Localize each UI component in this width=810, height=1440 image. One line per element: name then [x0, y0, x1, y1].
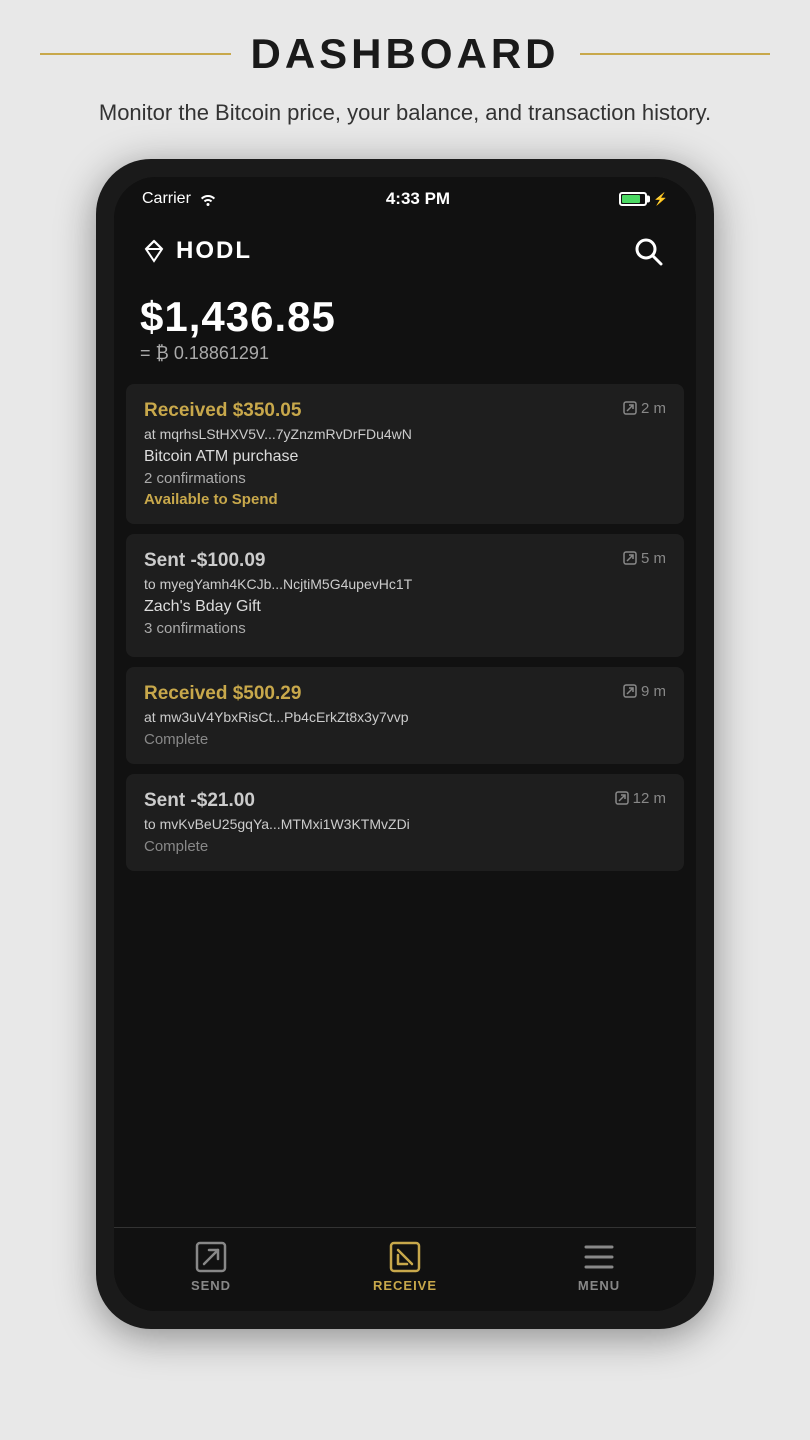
send-icon: [194, 1240, 228, 1274]
tx-label: Zach's Bday Gift: [144, 598, 666, 616]
header-line-right: [580, 53, 771, 55]
tx-amount: Sent -$21.00: [144, 790, 255, 812]
header-line-left: [40, 53, 231, 55]
btc-value: 0.18861291: [174, 343, 269, 363]
tx-address: at mqrhsLStHXV5V...7yZnzmRvDrFDu4wN: [144, 426, 666, 442]
tx-row-top: Sent -$100.09 5 m: [144, 550, 666, 572]
tx-time: 12 m: [615, 790, 666, 807]
page-subtitle: Monitor the Bitcoin price, your balance,…: [19, 88, 791, 159]
tx-amount: Received $350.05: [144, 400, 301, 422]
tx-confirmations: 2 confirmations: [144, 470, 666, 487]
app-header: HODL: [114, 215, 696, 285]
menu-icon: [582, 1240, 616, 1274]
battery-fill: [622, 195, 640, 203]
tx-time: 2 m: [623, 400, 666, 417]
balance-btc: = ₿ 0.18861291: [140, 343, 670, 364]
app-content: HODL $1,436.85 = ₿ 0.18861291: [114, 215, 696, 1311]
tx-status: Complete: [144, 731, 666, 748]
receive-label: RECEIVE: [373, 1278, 437, 1293]
phone-shell: Carrier 4:33 PM ⚡: [96, 159, 714, 1329]
search-icon: [632, 235, 664, 267]
hodl-text: HODL: [176, 237, 252, 265]
received-arrow-icon: [623, 684, 637, 698]
nav-receive[interactable]: RECEIVE: [308, 1240, 502, 1293]
transaction-list: Received $350.05 2 m at mqrhsLStHXV5V...…: [114, 384, 696, 1227]
tx-row-top: Received $500.29 9 m: [144, 683, 666, 705]
tx-address: to mvKvBeU25gqYa...MTMxi1W3KTMvZDi: [144, 816, 666, 832]
sent-arrow-icon: [615, 791, 629, 805]
tx-row-top: Sent -$21.00 12 m: [144, 790, 666, 812]
phone-inner: Carrier 4:33 PM ⚡: [114, 177, 696, 1311]
tx-status: Available to Spend: [144, 491, 666, 508]
tx-time: 9 m: [623, 683, 666, 700]
transaction-item[interactable]: Sent -$21.00 12 m to mvKvBeU25gqYa...MTM…: [126, 774, 684, 871]
tx-confirmations: 3 confirmations: [144, 620, 666, 637]
transaction-item[interactable]: Sent -$100.09 5 m to myegYamh4KCJb...Ncj…: [126, 534, 684, 657]
tx-amount: Received $500.29: [144, 683, 301, 705]
hodl-logo-icon: [140, 239, 168, 263]
menu-label: MENU: [578, 1278, 620, 1293]
tx-amount: Sent -$100.09: [144, 550, 265, 572]
tx-address: to myegYamh4KCJb...NcjtiM5G4upevHc1T: [144, 576, 666, 592]
bottom-nav: SEND RECEIVE: [114, 1227, 696, 1311]
status-right: ⚡: [619, 192, 668, 206]
nav-menu[interactable]: MENU: [502, 1240, 696, 1293]
status-bar: Carrier 4:33 PM ⚡: [114, 177, 696, 215]
transaction-item[interactable]: Received $500.29 9 m at mw3uV4YbxRisCt..…: [126, 667, 684, 764]
hodl-logo: HODL: [140, 237, 252, 265]
status-left: Carrier: [142, 190, 217, 208]
balance-usd: $1,436.85: [140, 293, 670, 341]
tx-address: at mw3uV4YbxRisCt...Pb4cErkZt8x3y7vvp: [144, 709, 666, 725]
nav-send[interactable]: SEND: [114, 1240, 308, 1293]
tx-row-top: Received $350.05 2 m: [144, 400, 666, 422]
page-title: DASHBOARD: [251, 30, 560, 78]
receive-icon: [388, 1240, 422, 1274]
transaction-item[interactable]: Received $350.05 2 m at mqrhsLStHXV5V...…: [126, 384, 684, 524]
btc-prefix: = ₿: [140, 343, 169, 363]
send-label: SEND: [191, 1278, 231, 1293]
received-arrow-icon: [623, 401, 637, 415]
page-header: DASHBOARD: [0, 0, 810, 88]
balance-section: $1,436.85 = ₿ 0.18861291: [114, 285, 696, 384]
search-button[interactable]: [626, 229, 670, 273]
sent-arrow-icon: [623, 551, 637, 565]
carrier-label: Carrier: [142, 190, 191, 208]
tx-status: Complete: [144, 838, 666, 855]
battery-icon: [619, 192, 647, 206]
tx-time: 5 m: [623, 550, 666, 567]
status-time: 4:33 PM: [386, 189, 450, 209]
tx-label: Bitcoin ATM purchase: [144, 448, 666, 466]
bolt-icon: ⚡: [653, 192, 668, 206]
wifi-icon: [199, 192, 217, 206]
